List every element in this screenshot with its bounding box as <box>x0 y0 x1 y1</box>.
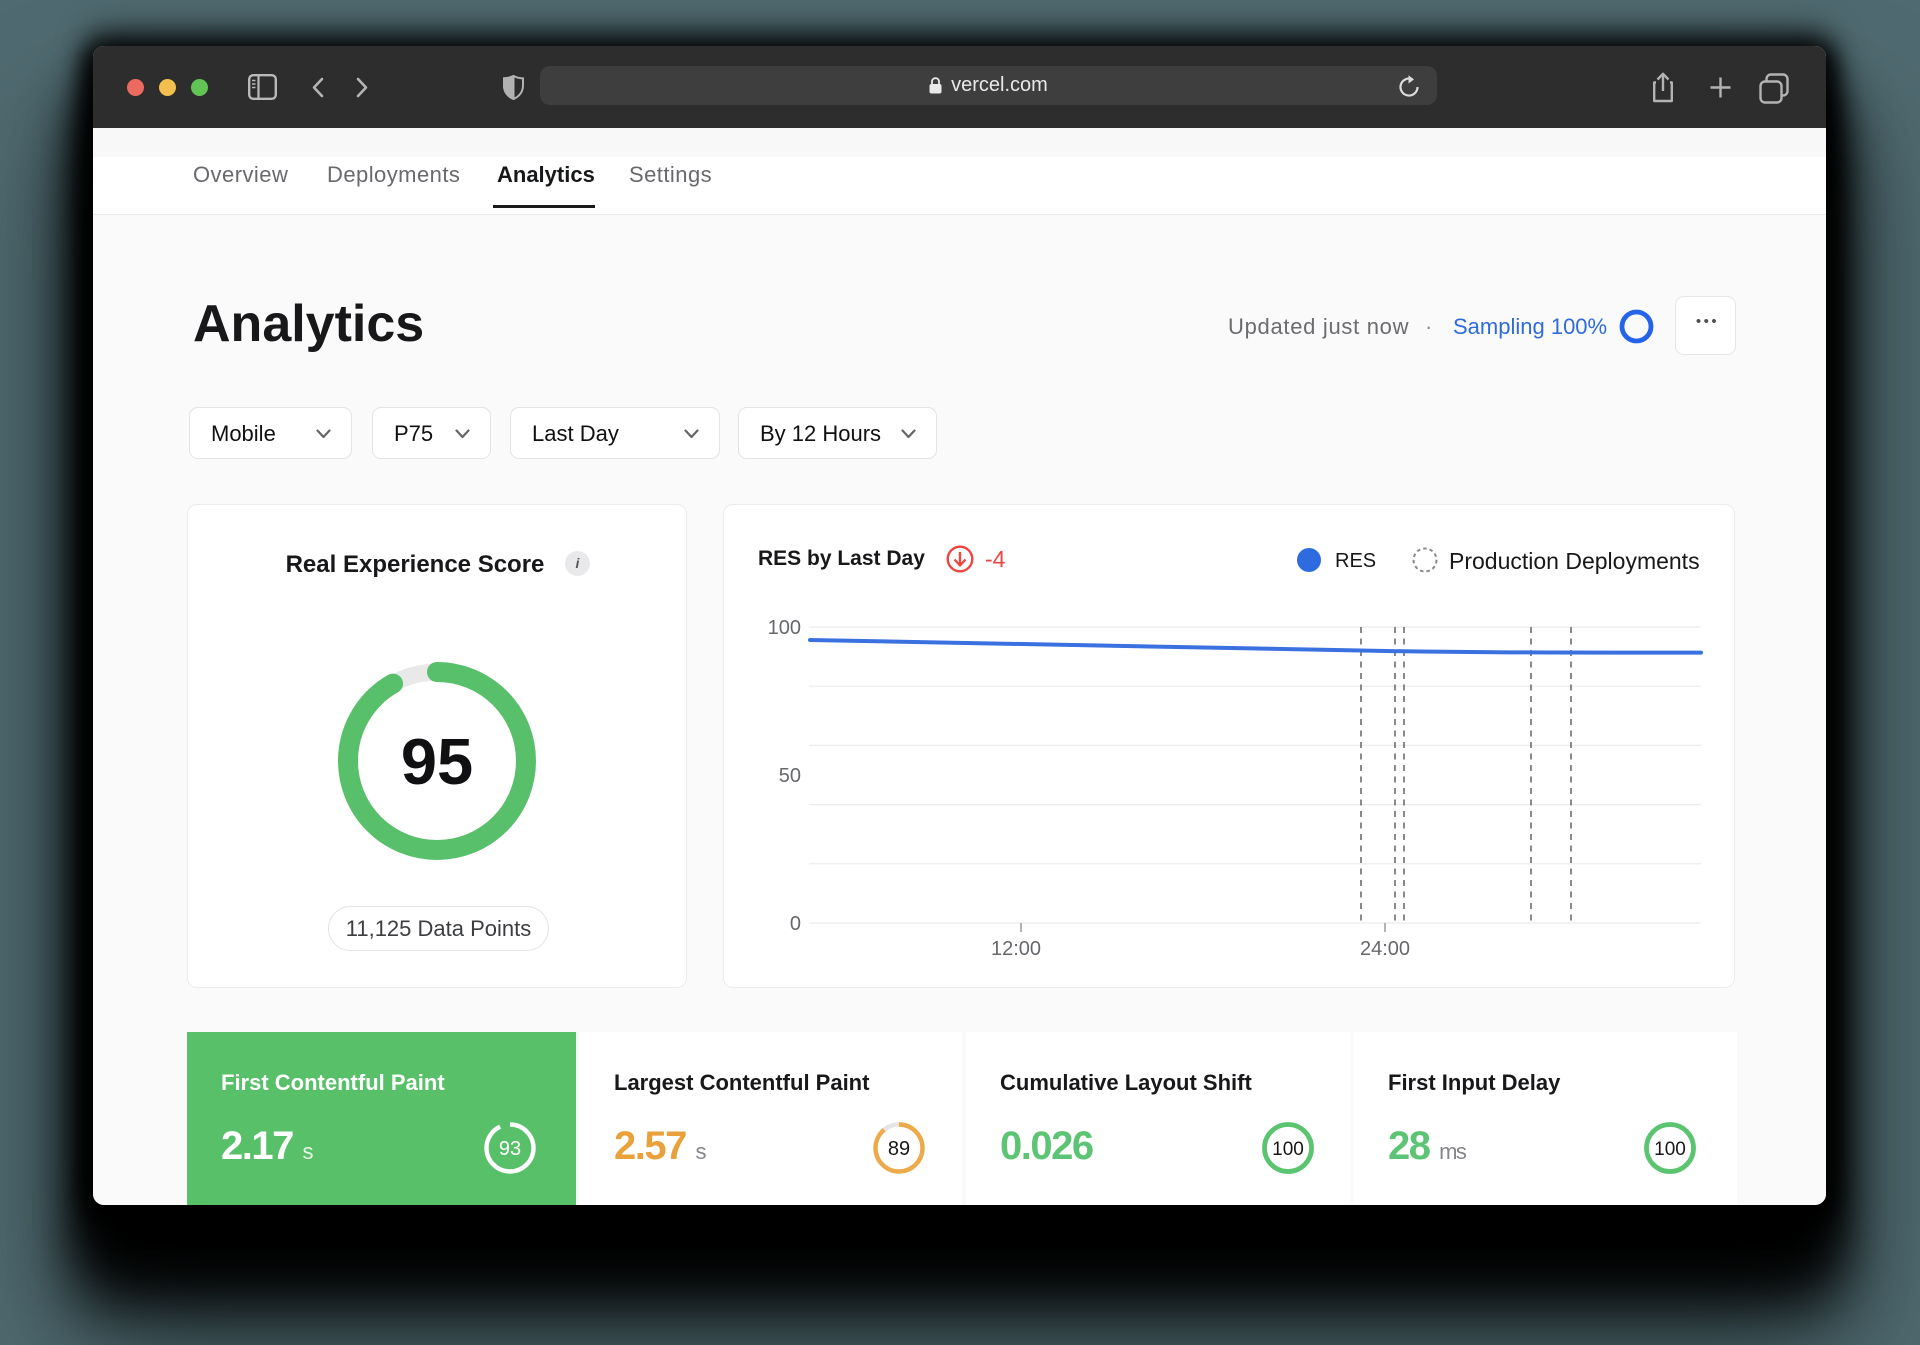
svg-text:24:00: 24:00 <box>1360 938 1410 960</box>
svg-text:89: 89 <box>888 1138 910 1160</box>
svg-text:50: 50 <box>779 765 801 787</box>
svg-text:100: 100 <box>768 617 801 639</box>
svg-text:100: 100 <box>1654 1139 1686 1160</box>
svg-text:0: 0 <box>790 913 801 935</box>
svg-text:12:00: 12:00 <box>991 938 1041 960</box>
svg-text:93: 93 <box>499 1138 521 1160</box>
svg-text:100: 100 <box>1272 1139 1304 1160</box>
